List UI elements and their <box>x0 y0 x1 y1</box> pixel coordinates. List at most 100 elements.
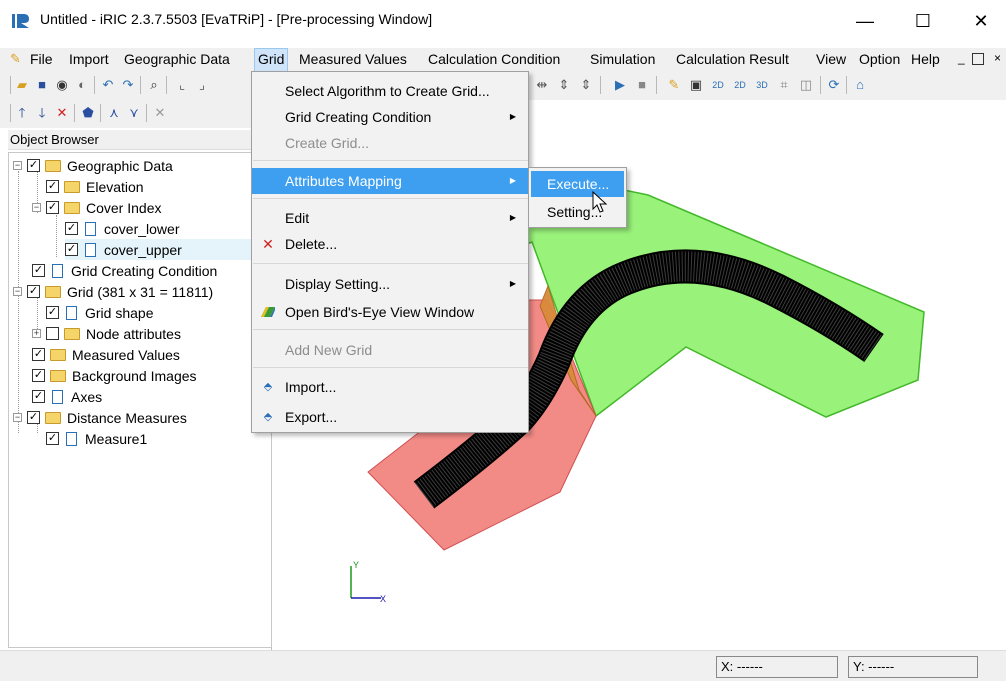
maximize-button[interactable]: ☐ <box>900 6 946 36</box>
checkbox-checked[interactable]: ✓ <box>32 348 45 361</box>
move-down-icon[interactable]: ⇕ <box>578 77 594 93</box>
tree-item-label: Cover Index <box>86 199 162 216</box>
checkbox-unchecked[interactable] <box>46 327 59 340</box>
checkbox-checked[interactable]: ✓ <box>65 243 78 256</box>
preprocessor-icon[interactable]: ▣ <box>688 77 704 93</box>
tree-item-grid-shape[interactable]: ✓ Grid shape <box>46 302 153 323</box>
menu-delete[interactable]: ✕ Delete... <box>252 231 528 257</box>
tree-item-cover-index[interactable]: − ✓ Cover Index <box>32 197 161 218</box>
checkbox-checked[interactable]: ✓ <box>46 306 59 319</box>
menu-geographic-data[interactable]: Geographic Data <box>124 51 230 67</box>
expand-icon[interactable]: + <box>32 329 41 338</box>
tree-item-label: Grid Creating Condition <box>71 262 218 279</box>
snapshot-icon[interactable]: ◉ <box>54 77 70 93</box>
menu-calculation-condition[interactable]: Calculation Condition <box>428 51 560 67</box>
mouse-cursor-icon <box>592 191 608 213</box>
3d-view-icon[interactable]: 3D <box>754 77 770 93</box>
menu-item-label: Display Setting... <box>285 276 391 292</box>
checkbox-checked[interactable]: ✓ <box>27 285 40 298</box>
tree-item-background-images[interactable]: ✓ Background Images <box>32 365 197 386</box>
menu-create-grid[interactable]: Create Grid... <box>252 130 528 156</box>
checkbox-checked[interactable]: ✓ <box>46 180 59 193</box>
tree-item-node-attributes[interactable]: + Node attributes <box>32 323 181 344</box>
tree-item-measured-values[interactable]: ✓ Measured Values <box>32 344 180 365</box>
open-folder-icon[interactable]: ▰ <box>14 77 30 93</box>
menu-attributes-mapping[interactable]: Attributes Mapping ▶ <box>252 168 528 194</box>
axis-x-icon[interactable]: ⌞ <box>174 77 190 93</box>
menu-select-algorithm[interactable]: Select Algorithm to Create Grid... <box>252 78 528 104</box>
chart-icon[interactable]: ◫ <box>798 77 814 93</box>
tree-item-cover-upper[interactable]: ✓ cover_upper <box>65 239 273 260</box>
folder-icon <box>50 369 66 382</box>
checkbox-checked[interactable]: ✓ <box>46 432 59 445</box>
checkbox-checked[interactable]: ✓ <box>65 222 78 235</box>
tree-item-axes[interactable]: ✓ Axes <box>32 386 102 407</box>
checkbox-checked[interactable]: ✓ <box>46 201 59 214</box>
undo-icon[interactable]: ↶ <box>100 77 116 93</box>
menu-measured-values[interactable]: Measured Values <box>299 51 407 67</box>
checkbox-checked[interactable]: ✓ <box>27 159 40 172</box>
tree-item-distance-measures[interactable]: − ✓ Distance Measures <box>13 407 187 428</box>
axis-y-icon[interactable]: ⌟ <box>194 77 210 93</box>
remove-vertex-icon[interactable]: ⋎ <box>126 105 142 121</box>
menu-help[interactable]: Help <box>911 51 940 67</box>
zoom-icon[interactable]: ⌕ <box>146 77 162 93</box>
save-icon[interactable]: ■ <box>34 77 50 93</box>
collapse-icon[interactable]: − <box>13 413 22 422</box>
menu-add-new-grid[interactable]: Add New Grid <box>252 337 528 363</box>
close-button[interactable]: ✕ <box>958 6 1004 36</box>
redo-icon[interactable]: ↷ <box>120 77 136 93</box>
cancel-icon[interactable]: ✕ <box>152 105 168 121</box>
tree-item-grid[interactable]: − ✓ Grid (381 x 31 = 11811) <box>13 281 213 302</box>
minimize-button[interactable]: — <box>842 6 888 36</box>
tree-item-grid-creating-condition[interactable]: ✓ Grid Creating Condition <box>32 260 217 281</box>
checkbox-checked[interactable]: ✓ <box>27 411 40 424</box>
collapse-icon[interactable]: − <box>32 203 41 212</box>
collapse-icon[interactable]: − <box>13 161 22 170</box>
collapse-icon[interactable]: − <box>13 287 22 296</box>
stop-icon[interactable]: ■ <box>634 77 650 93</box>
menu-option[interactable]: Option <box>859 51 900 67</box>
move-grid-icon[interactable]: ⇹ <box>534 77 550 93</box>
menu-export[interactable]: ⬘ Export... <box>252 404 528 430</box>
menu-grid-creating-condition[interactable]: Grid Creating Condition ▶ <box>252 104 528 130</box>
run-icon[interactable]: ▶ <box>612 77 628 93</box>
menu-setting[interactable]: Setting... <box>531 199 624 225</box>
tree-item-geographic-data[interactable]: − ✓ Geographic Data <box>13 155 173 176</box>
menu-view[interactable]: View <box>816 51 846 67</box>
mdi-close-icon[interactable]: × <box>994 51 1001 65</box>
menu-item-label: Export... <box>285 409 338 425</box>
polygon-icon[interactable]: ⬟ <box>80 105 96 121</box>
mdi-minimize-icon[interactable]: _ <box>958 51 965 65</box>
delete-icon[interactable]: ✕ <box>54 105 70 121</box>
menu-display-setting[interactable]: Display Setting... ▶ <box>252 271 528 297</box>
menu-import[interactable]: ⬘ Import... <box>252 374 528 400</box>
arrow-down-icon[interactable]: 🡓 <box>34 105 50 121</box>
arrow-up-icon[interactable]: 🡑 <box>14 105 30 121</box>
2d-view-icon[interactable]: 2D <box>710 77 726 93</box>
tree-item-elevation[interactable]: ✓ Elevation <box>46 176 144 197</box>
menu-edit[interactable]: Edit ▶ <box>252 205 528 231</box>
menu-open-birds-eye-view[interactable]: Open Bird's-Eye View Window <box>252 299 528 325</box>
mouse-icon[interactable]: ⌂ <box>852 77 868 93</box>
menu-calculation-result[interactable]: Calculation Result <box>676 51 789 67</box>
tree-item-measure1[interactable]: ✓ Measure1 <box>46 428 147 449</box>
menu-grid[interactable]: Grid <box>254 48 289 72</box>
mdi-restore-icon[interactable] <box>972 53 984 65</box>
menu-file[interactable]: File <box>30 51 53 67</box>
menu-import[interactable]: Import <box>69 51 109 67</box>
add-vertex-icon[interactable]: ⋏ <box>106 105 122 121</box>
graph-icon[interactable]: ⌗ <box>776 77 792 93</box>
move-up-icon[interactable]: ⇕ <box>556 77 572 93</box>
refresh-icon[interactable]: ⟳ <box>826 77 842 93</box>
menu-simulation[interactable]: Simulation <box>590 51 655 67</box>
pencil-icon[interactable]: ✎ <box>666 77 682 93</box>
checkbox-checked[interactable]: ✓ <box>32 369 45 382</box>
document-icon <box>85 242 96 257</box>
menu-execute[interactable]: Execute... <box>531 171 624 197</box>
checkbox-checked[interactable]: ✓ <box>32 390 45 403</box>
birds-eye-icon[interactable]: 2D <box>732 77 748 93</box>
tree-item-cover-lower[interactable]: ✓ cover_lower <box>65 218 179 239</box>
properties-icon[interactable]: ◐ <box>74 77 90 93</box>
checkbox-checked[interactable]: ✓ <box>32 264 45 277</box>
